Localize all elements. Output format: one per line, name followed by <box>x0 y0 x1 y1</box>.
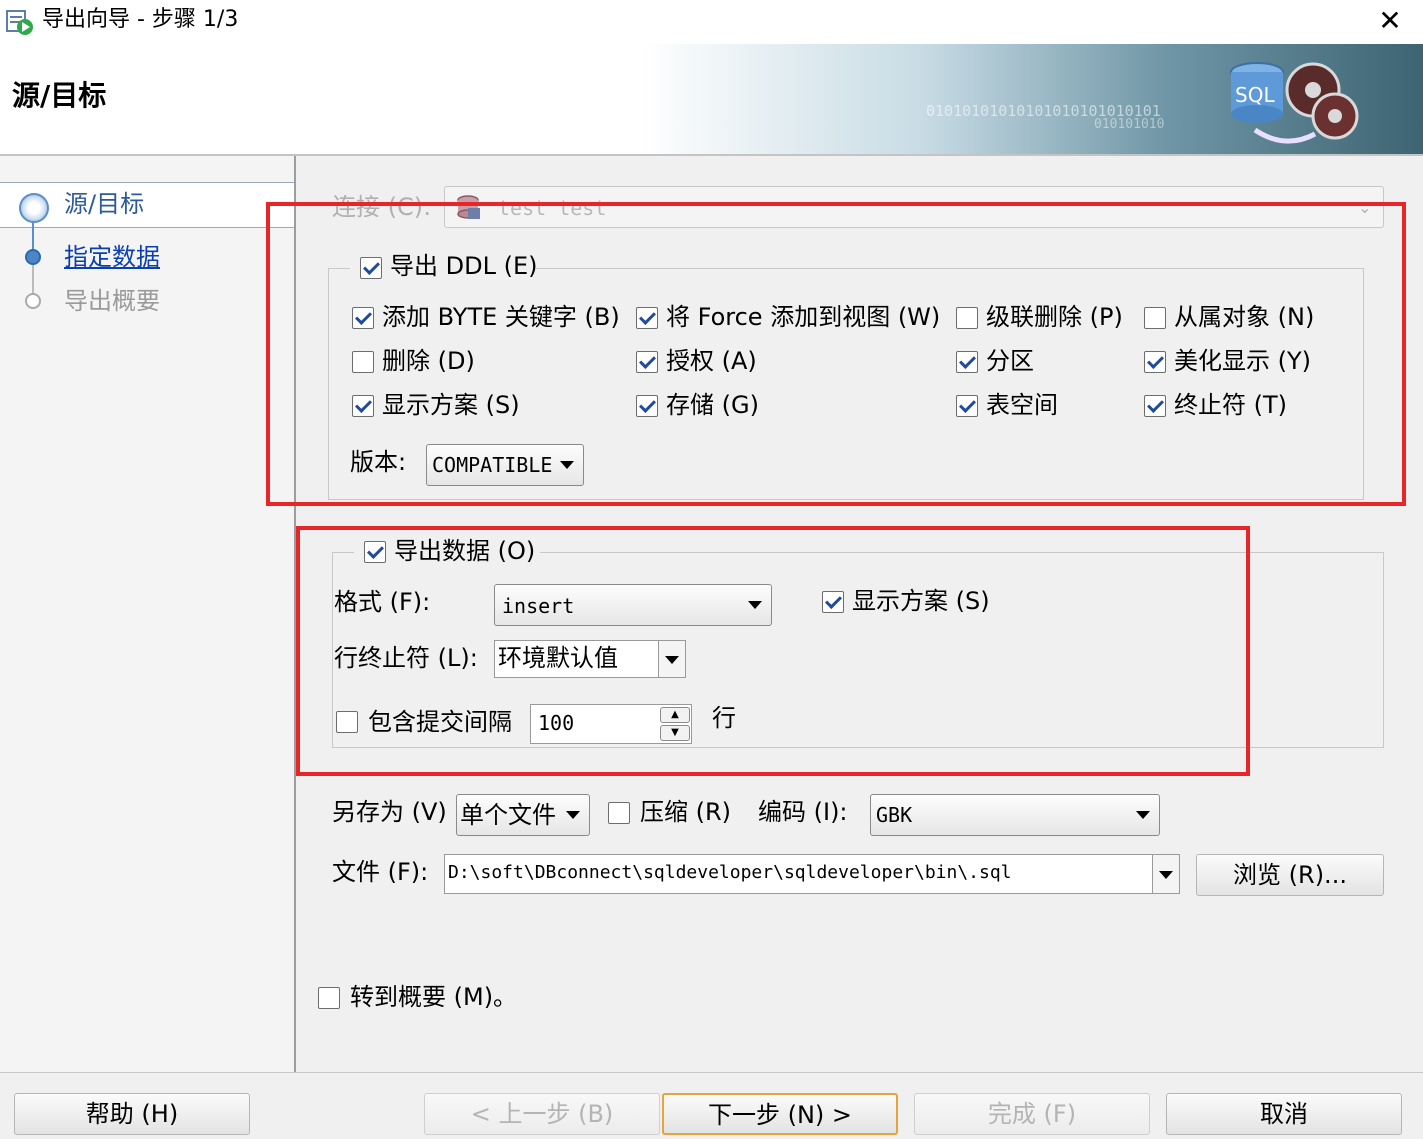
help-button[interactable]: 帮助 (H) <box>14 1093 250 1135</box>
finish-button[interactable]: 完成 (F) <box>914 1093 1150 1135</box>
sql-logo-text: SQL <box>1235 83 1275 107</box>
header-binary-decoration-2: 010101010 <box>1094 117 1165 132</box>
next-button[interactable]: 下一步 (N) > <box>662 1093 898 1135</box>
pending-step-icon <box>25 293 41 309</box>
compress-checkbox[interactable] <box>608 802 630 824</box>
cancel-button[interactable]: 取消 <box>1166 1093 1402 1135</box>
step-bullet-icon <box>25 249 41 265</box>
encoding-dropdown[interactable] <box>870 794 1160 836</box>
page-title: 源/目标 <box>12 79 107 112</box>
footer-divider <box>0 1072 1423 1073</box>
file-label: 文件 (F): <box>332 858 429 886</box>
nav-connector-line-2 <box>32 262 34 296</box>
chevron-down-icon <box>1136 811 1150 819</box>
nav-step-specify-data[interactable]: 指定数据 <box>64 245 160 269</box>
export-wizard-app-icon <box>6 10 33 35</box>
chevron-down-icon <box>1159 871 1173 879</box>
compress-label: 压缩 (R) <box>640 798 732 826</box>
file-path-value: D:\soft\DBconnect\sqldeveloper\sqldevelo… <box>448 862 1012 883</box>
ddl-highlight-annotation <box>266 202 1406 506</box>
encoding-label: 编码 (I): <box>758 798 848 826</box>
window-title: 导出向导 - 步骤 1/3 <box>42 7 239 32</box>
wizard-header-banner <box>0 44 1423 154</box>
goto-summary-checkbox[interactable] <box>318 987 340 1009</box>
save-as-label: 另存为 (V) <box>332 798 447 826</box>
sql-export-logo-icon: SQL <box>1230 62 1359 144</box>
current-step-icon <box>19 193 49 223</box>
close-window-button[interactable]: ✕ <box>1372 4 1408 38</box>
back-button[interactable]: < 上一步 (B) <box>424 1093 660 1135</box>
browse-button[interactable]: 浏览 (R)... <box>1196 854 1384 896</box>
save-as-value: 单个文件 <box>460 801 556 829</box>
chevron-down-icon <box>566 811 580 819</box>
goto-summary-label: 转到概要 (M)。 <box>350 983 518 1011</box>
nav-step-source-target[interactable]: 源/目标 <box>64 192 144 216</box>
data-highlight-annotation <box>296 526 1250 776</box>
nav-step-export-summary: 导出概要 <box>64 287 160 315</box>
encoding-value: GBK <box>876 803 913 827</box>
